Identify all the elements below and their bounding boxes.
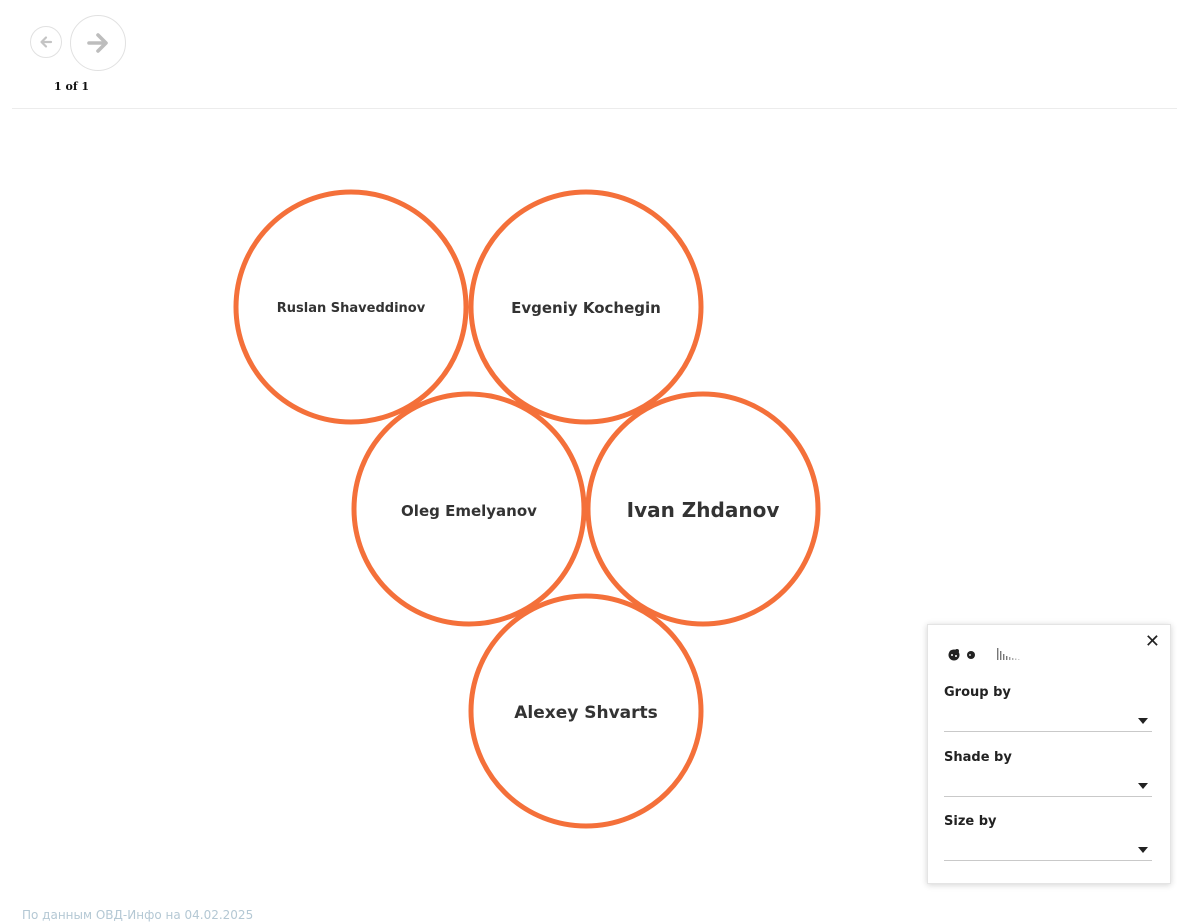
size-by-label: Size by <box>944 814 997 829</box>
shade-by-select[interactable] <box>944 774 1152 797</box>
caret-down-icon <box>1138 718 1148 724</box>
size-by-control: Size by <box>944 814 1154 861</box>
bubble[interactable]: Ivan Zhdanov <box>585 391 821 627</box>
shade-by-label: Shade by <box>944 750 1012 765</box>
bubble-label[interactable]: Ruslan Shaveddinov <box>277 301 426 316</box>
size-by-select[interactable] <box>944 838 1152 861</box>
group-by-select[interactable] <box>944 709 1152 732</box>
caret-down-icon <box>1138 783 1148 789</box>
bubble[interactable]: Ruslan Shaveddinov <box>233 189 469 425</box>
shade-by-control: Shade by <box>944 750 1154 797</box>
group-by-control: Group by <box>944 685 1154 732</box>
bubble[interactable]: Evgeniy Kochegin <box>468 189 704 425</box>
bubble[interactable]: Oleg Emelyanov <box>351 391 587 627</box>
bubble-label[interactable]: Oleg Emelyanov <box>401 502 537 520</box>
bubble[interactable]: Alexey Shvarts <box>468 593 704 829</box>
caret-down-icon <box>1138 847 1148 853</box>
bubble-label[interactable]: Alexey Shvarts <box>514 703 658 723</box>
group-by-label: Group by <box>944 685 1011 700</box>
close-icon[interactable]: ✕ <box>1145 632 1160 652</box>
bubble-chart-app: 1 of 1 Ruslan Shaveddinov Evgeniy Kocheg… <box>0 0 1177 924</box>
bubbles-view-icon[interactable] <box>947 646 979 662</box>
data-source-note: По данным ОВД-Инфо на 04.02.2025 <box>22 908 254 922</box>
bars-view-icon[interactable] <box>996 646 1022 662</box>
chart-controls-panel: ✕ Group by Shade by Size by <box>927 624 1171 884</box>
bubble-label[interactable]: Evgeniy Kochegin <box>511 299 661 317</box>
bubble-label[interactable]: Ivan Zhdanov <box>627 498 780 522</box>
